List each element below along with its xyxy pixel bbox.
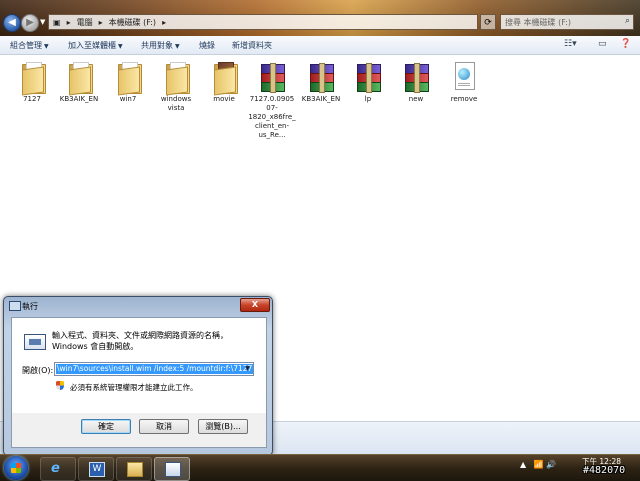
folder-icon xyxy=(113,60,143,96)
file-name: 7127.0.090507-1820_x86fre_client_en-us_R… xyxy=(248,95,296,139)
start-button[interactable] xyxy=(4,456,28,480)
file-name: KB3AIK_EN xyxy=(59,95,99,103)
open-label: 開啟(O): xyxy=(22,366,54,375)
breadcrumb-sep-icon[interactable]: ▸ xyxy=(162,18,166,27)
run-icon xyxy=(24,334,46,350)
include-library-button[interactable]: 加入至媒體櫃 ▼ xyxy=(68,40,123,51)
close-button[interactable]: X xyxy=(240,298,270,312)
preview-pane-icon[interactable]: ▭ xyxy=(598,39,607,49)
file-name: KB3AIK_EN xyxy=(301,95,341,103)
taskbar: e W ▲ 📶 🔊 下午 12:28 xyxy=(0,454,640,481)
file-explorer-button[interactable] xyxy=(116,457,152,481)
organize-label: 組合管理 xyxy=(10,41,42,50)
help-icon[interactable]: ❓ xyxy=(620,39,631,49)
command-input[interactable]: \win7\sources\install.wim /index:5 /moun… xyxy=(54,362,254,376)
word-icon: W xyxy=(89,462,105,477)
file-item[interactable]: windows vista xyxy=(152,60,200,113)
search-input[interactable]: 搜尋 本機磁碟 (F:) ⌕ xyxy=(500,14,634,30)
folder-icon xyxy=(17,60,47,96)
folder-icon xyxy=(161,60,191,96)
file-name: lp xyxy=(364,95,372,103)
archive-icon xyxy=(353,60,383,93)
burn-label: 燒錄 xyxy=(199,41,215,50)
system-tray[interactable]: ▲ 📶 🔊 xyxy=(520,460,556,469)
new-folder-label: 新增資料夾 xyxy=(232,41,272,50)
internet-explorer-icon: e xyxy=(51,461,60,476)
chevron-down-icon: ▼ xyxy=(118,43,123,50)
include-library-label: 加入至媒體櫃 xyxy=(68,41,116,50)
command-bar: 組合管理 ▼ 加入至媒體櫃 ▼ 共用對象 ▼ 燒錄 新增資料夾 ☷▾ ▭ ❓ xyxy=(0,36,640,55)
uac-shield-icon xyxy=(56,381,64,390)
show-hidden-icons-icon[interactable]: ▲ xyxy=(520,460,526,469)
archive-icon xyxy=(257,60,287,93)
forward-arrow-icon[interactable]: ▶ xyxy=(21,14,39,32)
new-folder-button[interactable]: 新增資料夾 xyxy=(232,40,272,51)
burn-button[interactable]: 燒錄 xyxy=(199,40,215,51)
share-with-button[interactable]: 共用對象 ▼ xyxy=(141,40,180,51)
watermark: #482070 xyxy=(583,465,626,476)
breadcrumb-sep-icon: ▸ xyxy=(66,17,71,27)
file-item[interactable]: lp xyxy=(344,60,392,104)
folder-icon xyxy=(64,60,94,96)
file-name: movie xyxy=(213,95,235,103)
file-name: win7 xyxy=(119,95,137,103)
admin-note: 必須有系統管理權限才能建立此工作。 xyxy=(70,383,198,392)
cancel-button[interactable]: 取消 xyxy=(139,419,189,434)
file-item[interactable]: new xyxy=(392,60,440,104)
address-bar[interactable]: ▣ ▸ 電腦 ▸ 本機磁碟 (F:) ▸ xyxy=(48,14,478,30)
archive-icon xyxy=(306,60,336,93)
run-description: 輸入程式、資料夾、文件或網際網路資源的名稱，Windows 會自動開啟。 xyxy=(52,331,228,351)
file-item[interactable]: 7127.0.090507-1820_x86fre_client_en-us_R… xyxy=(248,60,296,140)
file-name: windows vista xyxy=(160,95,192,112)
chevron-down-icon: ▼ xyxy=(175,43,180,50)
organize-button[interactable]: 組合管理 ▼ xyxy=(10,40,49,51)
drive-icon: ▣ xyxy=(53,17,61,27)
file-item[interactable]: remove xyxy=(440,60,488,104)
explorer-titlebar: ◀ ▶ ▼ ▣ ▸ 電腦 ▸ 本機磁碟 (F:) ▸ ⟳ 搜尋 本機磁碟 (F:… xyxy=(0,0,640,36)
movie-folder-icon xyxy=(209,60,239,96)
run-icon xyxy=(165,462,181,477)
file-item[interactable]: 7127 xyxy=(8,60,56,104)
file-item[interactable]: KB3AIK_EN xyxy=(55,60,103,104)
internet-explorer-button[interactable]: e xyxy=(40,457,76,481)
breadcrumb-drive[interactable]: 本機磁碟 (F:) xyxy=(109,17,156,28)
search-placeholder: 搜尋 本機磁碟 (F:) xyxy=(505,18,572,27)
browse-button[interactable]: 瀏覽(B)... xyxy=(198,419,248,434)
network-icon[interactable]: 📶 xyxy=(534,460,544,469)
folder-icon xyxy=(127,462,143,477)
chevron-down-icon[interactable]: ▼ xyxy=(242,363,253,375)
file-name: new xyxy=(408,95,424,103)
chevron-down-icon: ▼ xyxy=(44,43,49,50)
share-with-label: 共用對象 xyxy=(141,41,173,50)
back-arrow-icon[interactable]: ◀ xyxy=(3,14,21,32)
refresh-icon[interactable]: ⟳ xyxy=(480,14,496,30)
run-dialog-title: 執行 xyxy=(22,302,38,311)
archive-icon xyxy=(401,60,431,93)
breadcrumb-computer[interactable]: 電腦 xyxy=(77,17,93,28)
recent-pages-chevron-icon[interactable]: ▼ xyxy=(40,18,45,26)
file-item[interactable]: win7 xyxy=(104,60,152,104)
run-dialog-buttons: 確定 取消 瀏覽(B)... xyxy=(11,413,267,448)
word-button[interactable]: W xyxy=(78,457,114,481)
view-options-icon[interactable]: ☷▾ xyxy=(564,39,577,49)
run-dialog-body: 輸入程式、資料夾、文件或網際網路資源的名稱，Windows 會自動開啟。 開啟(… xyxy=(11,317,267,415)
run-dialog: 執行 X 輸入程式、資料夾、文件或網際網路資源的名稱，Windows 會自動開啟… xyxy=(3,296,273,456)
windows-logo-icon xyxy=(11,463,21,473)
run-taskbar-button[interactable] xyxy=(154,457,190,481)
search-icon[interactable]: ⌕ xyxy=(625,16,630,26)
command-value: \win7\sources\install.wim /index:5 /moun… xyxy=(56,364,253,374)
file-name: remove xyxy=(450,95,478,103)
file-item[interactable]: movie xyxy=(200,60,248,104)
file-item[interactable]: KB3AIK_EN xyxy=(297,60,345,104)
ok-button[interactable]: 確定 xyxy=(81,419,131,434)
run-window-icon xyxy=(9,301,21,311)
file-name: 7127 xyxy=(23,95,41,103)
breadcrumb-sep-icon[interactable]: ▸ xyxy=(99,18,103,27)
volume-icon[interactable]: 🔊 xyxy=(546,460,556,469)
document-icon xyxy=(449,60,479,92)
